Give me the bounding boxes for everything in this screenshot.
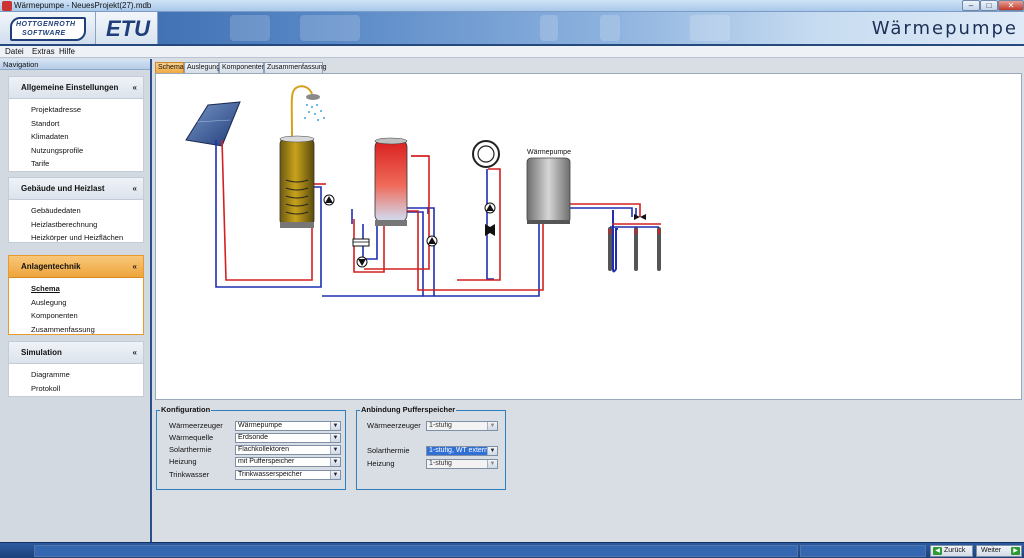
- nav-group-gebaeude-und-heizlast: Gebäude und Heizlast « Gebäudedaten Heizl…: [8, 177, 144, 243]
- nav-item-standort[interactable]: Standort: [9, 117, 143, 131]
- solarthermie-label: Solarthermie: [169, 445, 212, 454]
- trinkwasser-select[interactable]: Trinkwasserspeicher ▼: [235, 470, 341, 480]
- nav-group-header[interactable]: Allgemeine Einstellungen «: [9, 77, 143, 99]
- pump-icon[interactable]: [484, 202, 496, 214]
- waermequelle-select[interactable]: Erdsonde ▼: [235, 433, 341, 443]
- pump-icon[interactable]: [323, 194, 335, 206]
- app-icon: [2, 1, 12, 11]
- status-segment: [800, 545, 926, 557]
- nav-group-header[interactable]: Gebäude und Heizlast «: [9, 178, 143, 200]
- collapse-icon[interactable]: «: [133, 256, 137, 278]
- arrow-right-icon: ▶: [1011, 547, 1020, 555]
- mixing-valve-icon[interactable]: [485, 224, 495, 236]
- heat-pump-icon[interactable]: [526, 157, 571, 224]
- waermeerzeuger-select[interactable]: Wärmepumpe ▼: [235, 421, 341, 431]
- menu-extras[interactable]: Extras: [32, 47, 55, 56]
- nav-item-zusammenfassung[interactable]: Zusammenfassung: [9, 323, 143, 337]
- konfiguration-title: Konfiguration: [160, 405, 212, 414]
- menu-datei[interactable]: Datei: [5, 47, 24, 56]
- schematic-diagram: Wärmepumpe: [185, 85, 661, 297]
- vendor-subtitle: SOFTWARE: [22, 30, 66, 37]
- nav-item-tarife[interactable]: Tarife: [9, 157, 143, 171]
- menu-hilfe[interactable]: Hilfe: [59, 47, 75, 56]
- anbindung-pufferspeicher-groupbox: Anbindung Pufferspeicher Wärmeerzeuger 1…: [356, 405, 506, 490]
- pump-icon[interactable]: [426, 235, 438, 247]
- dhw-storage-tank-icon[interactable]: [279, 85, 325, 228]
- product-name: ETU: [106, 16, 150, 41]
- close-window-button[interactable]: ✕: [998, 0, 1024, 11]
- vendor-name: HOTTGENROTH: [16, 21, 76, 28]
- chevron-down-icon[interactable]: ▼: [487, 447, 497, 455]
- anbindung-waermeerzeuger-label: Wärmeerzeuger: [367, 421, 421, 430]
- heat-pump-label: Wärmepumpe: [527, 149, 571, 156]
- status-bar: ◀ Zurück Weiter ▶: [0, 542, 1024, 558]
- chevron-down-icon[interactable]: ▼: [330, 471, 340, 479]
- nav-item-heizlastberechnung[interactable]: Heizlastberechnung: [9, 218, 143, 232]
- window-title-bar: Wärmepumpe - NeuesProjekt(27).mdb – □ ✕: [0, 0, 1024, 12]
- heizung-select[interactable]: mit Pufferspeicher ▼: [235, 457, 341, 467]
- expansion-vessel-icon[interactable]: [472, 140, 500, 168]
- nav-item-protokoll[interactable]: Protokoll: [9, 382, 143, 396]
- minimize-button[interactable]: –: [962, 0, 980, 11]
- navigation-header: Navigation: [0, 59, 150, 70]
- vendor-logo: HOTTGENROTH SOFTWARE: [0, 12, 96, 44]
- status-segment: [34, 545, 798, 557]
- nav-item-auslegung[interactable]: Auslegung: [9, 296, 143, 310]
- nav-item-schema[interactable]: Schema: [9, 282, 143, 296]
- system-schematic: Wärmepumpe: [155, 73, 1022, 400]
- tab-auslegung[interactable]: Auslegung: [184, 62, 220, 73]
- tab-zusammenfassung[interactable]: Zusammenfassung: [264, 62, 327, 73]
- nav-item-klimadaten[interactable]: Klimadaten: [9, 130, 143, 144]
- nav-group-header[interactable]: Anlagentechnik «: [9, 256, 143, 278]
- nav-item-projektadresse[interactable]: Projektadresse: [9, 103, 143, 117]
- nav-item-diagramme[interactable]: Diagramme: [9, 368, 143, 382]
- window-title: Wärmepumpe - NeuesProjekt(27).mdb: [14, 1, 152, 10]
- nav-group-allgemeine-einstellungen: Allgemeine Einstellungen « Projektadresse…: [8, 76, 144, 172]
- chevron-down-icon[interactable]: ▼: [487, 422, 497, 430]
- collapse-icon[interactable]: «: [133, 342, 137, 364]
- nav-item-nutzungsprofile[interactable]: Nutzungsprofile: [9, 144, 143, 158]
- chevron-down-icon[interactable]: ▼: [330, 422, 340, 430]
- anbindung-waermeerzeuger-select[interactable]: 1-stufig ▼: [426, 421, 498, 431]
- anbindung-heizung-select[interactable]: 1-stufig ▼: [426, 459, 498, 469]
- pump-icon[interactable]: [356, 256, 368, 268]
- chevron-down-icon[interactable]: ▼: [330, 434, 340, 442]
- nav-item-komponenten[interactable]: Komponenten: [9, 309, 143, 323]
- waermequelle-label: Wärmequelle: [169, 433, 214, 442]
- anbindung-solarthermie-label: Solarthermie: [367, 446, 410, 455]
- collapse-icon[interactable]: «: [133, 77, 137, 99]
- arrow-left-icon: ◀: [933, 547, 942, 555]
- chevron-down-icon[interactable]: ▼: [330, 458, 340, 466]
- module-title: Wärmepumpe: [871, 18, 1018, 39]
- trinkwasser-label: Trinkwasser: [169, 470, 210, 479]
- nav-item-gebaeudedaten[interactable]: Gebäudedaten: [9, 204, 143, 218]
- anbindung-heizung-label: Heizung: [367, 459, 395, 468]
- solarthermie-select[interactable]: Flachkollektoren ▼: [235, 445, 341, 455]
- navigation-panel: Navigation Allgemeine Einstellungen « Pro…: [0, 59, 152, 542]
- return-pipes: [215, 140, 637, 297]
- maximize-button[interactable]: □: [980, 0, 998, 11]
- chevron-down-icon[interactable]: ▼: [330, 446, 340, 454]
- buffer-storage-tank-icon[interactable]: [374, 137, 408, 226]
- waermeerzeuger-label: Wärmeerzeuger: [169, 421, 223, 430]
- next-button[interactable]: Weiter ▶: [976, 545, 1022, 557]
- heat-exchanger-icon[interactable]: [352, 238, 370, 247]
- nav-group-anlagentechnik: Anlagentechnik « Schema Auslegung Kompone…: [8, 255, 144, 335]
- nav-group-header[interactable]: Simulation «: [9, 342, 143, 364]
- nav-item-heizkoerper[interactable]: Heizkörper und Heizflächen: [9, 231, 143, 245]
- heizung-label: Heizung: [169, 457, 197, 466]
- anbindung-title: Anbindung Pufferspeicher: [360, 405, 457, 414]
- nav-group-simulation: Simulation « Diagramme Protokoll: [8, 341, 144, 397]
- chevron-down-icon[interactable]: ▼: [487, 460, 497, 468]
- tab-komponenten[interactable]: Komponenten: [219, 62, 266, 73]
- solar-collector-icon[interactable]: [185, 101, 241, 147]
- collapse-icon[interactable]: «: [133, 178, 137, 200]
- app-banner: HOTTGENROTH SOFTWARE ETU Wärmepumpe: [0, 12, 1024, 46]
- back-button[interactable]: ◀ Zurück: [930, 545, 973, 557]
- menu-bar: Datei Extras Hilfe: [0, 46, 1024, 58]
- anbindung-solarthermie-select[interactable]: 1-stufig, WT extern ▼: [426, 446, 498, 456]
- konfiguration-groupbox: Konfiguration Wärmeerzeuger Wärmepumpe ▼ …: [156, 405, 346, 490]
- tab-schema[interactable]: Schema: [155, 62, 184, 73]
- product-logo: ETU: [96, 12, 158, 44]
